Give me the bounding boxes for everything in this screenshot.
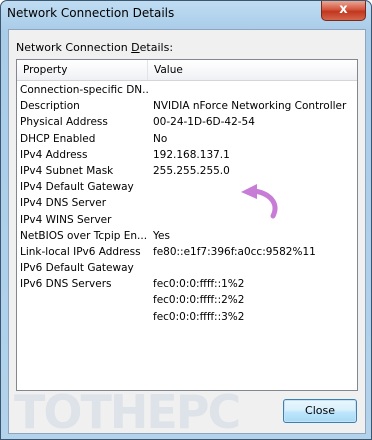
value-cell: 192.168.137.1 — [153, 148, 230, 161]
table-row[interactable]: fec0:0:0:ffff::3%2 — [17, 309, 357, 325]
column-header-property[interactable]: Property — [17, 60, 148, 80]
table-row[interactable]: IPv6 DNS Servers fec0:0:0:ffff::1%2 — [17, 276, 357, 292]
property-cell: IPv6 Default Gateway — [20, 262, 134, 275]
curved-arrow-icon — [241, 184, 278, 219]
value-cell: fec0:0:0:ffff::2%2 — [153, 294, 245, 307]
table-row[interactable]: Physical Address 00-24-1D-6D-42-54 — [17, 114, 357, 130]
property-cell: Physical Address — [20, 116, 108, 129]
table-row[interactable]: IPv4 Address 192.168.137.1 — [17, 147, 357, 163]
table-row[interactable]: IPv4 Default Gateway — [17, 179, 357, 195]
details-listview[interactable]: Property Value Connection-specific DN...… — [16, 59, 358, 391]
property-cell: IPv4 Default Gateway — [20, 181, 134, 194]
table-row[interactable]: Connection-specific DN... — [17, 82, 357, 98]
listview-rows: Connection-specific DN... Description NVID… — [17, 82, 357, 325]
table-row[interactable]: IPv4 DNS Server — [17, 195, 357, 211]
property-cell: IPv6 DNS Servers — [20, 278, 112, 291]
title-close-button[interactable]: x — [321, 1, 366, 21]
property-cell: Connection-specific DN... — [20, 84, 148, 96]
value-cell: fec0:0:0:ffff::1%2 — [153, 278, 245, 291]
table-row[interactable]: fec0:0:0:ffff::2%2 — [17, 292, 357, 308]
title-bar[interactable]: Network Connection Details x — [1, 1, 371, 28]
value-cell: Yes — [153, 229, 170, 242]
dialog-client-area: Network Connection Details: Property Val… — [8, 29, 366, 439]
value-cell: fe80::e1f7:396f:a0cc:9582%11 — [153, 245, 316, 258]
property-cell: Link-local IPv6 Address — [20, 245, 141, 258]
close-icon: x — [339, 2, 348, 17]
table-row[interactable]: Link-local IPv6 Address fe80::e1f7:396f:a… — [17, 244, 357, 260]
property-cell: IPv4 Subnet Mask — [20, 164, 114, 177]
value-cell: 00-24-1D-6D-42-54 — [153, 116, 255, 129]
column-header-value[interactable]: Value — [148, 60, 357, 80]
details-label: Network Connection Details: — [16, 41, 174, 54]
property-cell: NetBIOS over Tcpip En... — [20, 229, 148, 242]
table-row[interactable]: DHCP Enabled No — [17, 131, 357, 147]
property-cell: IPv4 DNS Server — [20, 197, 107, 210]
table-row[interactable]: IPv4 Subnet Mask 255.255.255.0 — [17, 163, 357, 179]
table-row[interactable]: IPv6 Default Gateway — [17, 260, 357, 276]
value-cell: 255.255.255.0 — [153, 164, 230, 177]
watermark-logo: TOTHEPC — [14, 385, 241, 439]
dialog-window: Network Connection Details x Network Con… — [0, 0, 372, 440]
property-cell: IPv4 Address — [20, 148, 88, 161]
value-cell: fec0:0:0:ffff::3%2 — [153, 310, 245, 323]
table-row[interactable]: IPv4 WINS Server — [17, 212, 357, 228]
value-cell: NVIDIA nForce Networking Controller — [153, 100, 347, 113]
listview-header: Property Value — [17, 60, 357, 81]
table-row[interactable]: Description NVIDIA nForce Networking Cont… — [17, 98, 357, 114]
close-button[interactable]: Close — [283, 399, 357, 423]
window-title: Network Connection Details — [7, 6, 175, 20]
property-cell: Description — [20, 100, 80, 113]
property-cell: IPv4 WINS Server — [20, 213, 112, 226]
value-cell: No — [153, 132, 168, 145]
table-row[interactable]: NetBIOS over Tcpip En... Yes — [17, 228, 357, 244]
property-cell: DHCP Enabled — [20, 132, 96, 145]
